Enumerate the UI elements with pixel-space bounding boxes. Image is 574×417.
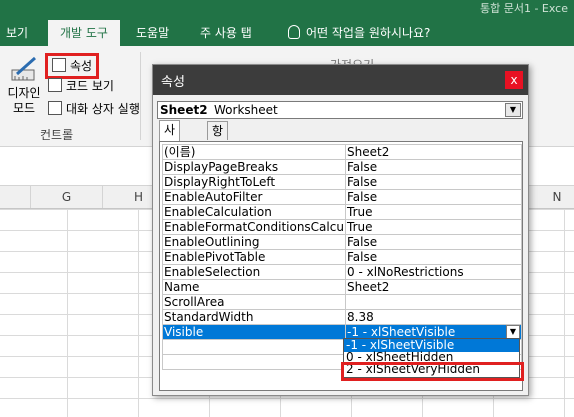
- column-header-g[interactable]: G: [31, 186, 103, 208]
- properties-title: 속성: [161, 75, 185, 90]
- property-row[interactable]: EnableFormatConditionsCalcula True: [162, 219, 522, 235]
- properties-icon: [52, 58, 66, 72]
- object-selector[interactable]: Sheet2 Worksheet ▼: [157, 101, 523, 119]
- property-value[interactable]: [345, 294, 522, 310]
- property-name[interactable]: DisplayPageBreaks: [162, 159, 346, 175]
- title-bar: 통합 문서1 - Exce: [0, 0, 574, 20]
- corner-cell[interactable]: [0, 186, 31, 208]
- property-value-text: False: [347, 250, 378, 264]
- chevron-down-icon[interactable]: ▼: [505, 103, 521, 117]
- empty-cell: [162, 339, 346, 355]
- property-value[interactable]: False: [345, 159, 522, 175]
- property-value-text: True: [347, 220, 373, 234]
- run-dialog-label: 대화 상자 실행: [66, 102, 140, 116]
- property-value-text: 0 - xlNoRestrictions: [347, 265, 464, 279]
- property-row[interactable]: ScrollArea: [162, 294, 522, 310]
- property-name[interactable]: Visible: [162, 324, 346, 340]
- run-dialog-button[interactable]: 대화 상자 실행: [48, 99, 140, 119]
- property-value-text: 8.38: [347, 310, 374, 324]
- tab-categorized[interactable]: 항목별: [207, 121, 229, 174]
- property-row[interactable]: EnableSelection 0 - xlNoRestrictions: [162, 264, 522, 280]
- property-value[interactable]: 8.38: [345, 309, 522, 325]
- property-row[interactable]: Name Sheet2: [162, 279, 522, 295]
- property-row[interactable]: EnableOutlining False: [162, 234, 522, 250]
- property-value-text: False: [347, 175, 378, 189]
- close-icon: x: [510, 73, 518, 87]
- property-value[interactable]: Sheet2: [345, 279, 522, 295]
- property-value[interactable]: False: [345, 189, 522, 205]
- property-value-text: -1 - xlSheetVisible: [347, 325, 456, 339]
- property-name[interactable]: ScrollArea: [162, 294, 346, 310]
- property-name[interactable]: DisplayRightToLeft: [162, 174, 346, 190]
- property-name[interactable]: (이름): [162, 144, 346, 160]
- lightbulb-icon: [288, 25, 300, 39]
- property-value-text: False: [347, 235, 378, 249]
- property-row[interactable]: DisplayRightToLeft False: [162, 174, 522, 190]
- tab-developer[interactable]: 개발 도구: [48, 20, 120, 46]
- tell-me-label: 어떤 작업을 원하시나요?: [306, 26, 431, 40]
- tab-help[interactable]: 도움말: [136, 20, 169, 46]
- tab-alphabetic[interactable]: 사전순: [159, 120, 181, 173]
- property-value[interactable]: 0 - xlNoRestrictions: [345, 264, 522, 280]
- property-name[interactable]: Name: [162, 279, 346, 295]
- tell-me-box[interactable]: 어떤 작업을 원하시나요?: [288, 20, 430, 46]
- property-value-text: False: [347, 190, 378, 204]
- property-row[interactable]: EnablePivotTable False: [162, 249, 522, 265]
- property-value-text: True: [347, 205, 373, 219]
- object-type: Worksheet: [214, 103, 278, 117]
- tab-view[interactable]: 보기: [6, 20, 28, 46]
- tab-main-tabs[interactable]: 주 사용 탭: [200, 20, 252, 46]
- design-mode-label: 디자인 모드: [7, 86, 41, 115]
- property-name[interactable]: EnableSelection: [162, 264, 346, 280]
- view-code-button[interactable]: 코드 보기: [48, 76, 114, 96]
- property-value[interactable]: False: [345, 234, 522, 250]
- ribbon-tab-bar: 보기 개발 도구 도움말 주 사용 탭 어떤 작업을 원하시나요?: [0, 20, 574, 46]
- column-header-n[interactable]: N: [540, 186, 574, 208]
- object-name: Sheet2: [160, 103, 208, 117]
- property-value[interactable]: Sheet2: [345, 144, 522, 160]
- ribbon-divider: [140, 52, 141, 140]
- property-value-text: Sheet2: [347, 145, 390, 159]
- property-row[interactable]: (이름) Sheet2: [162, 144, 522, 160]
- highlight-box: [341, 362, 524, 381]
- view-code-label: 코드 보기: [66, 79, 114, 93]
- design-mode-icon: [11, 56, 36, 81]
- controls-group-label: 컨트롤: [40, 128, 74, 142]
- properties-title-bar[interactable]: 속성 x: [153, 65, 528, 95]
- property-name[interactable]: EnableOutlining: [162, 234, 346, 250]
- property-value[interactable]: False: [345, 174, 522, 190]
- property-value-text: Sheet2: [347, 280, 390, 294]
- property-value[interactable]: False: [345, 249, 522, 265]
- property-value[interactable]: True: [345, 204, 522, 220]
- property-name[interactable]: EnableFormatConditionsCalcula: [162, 219, 346, 235]
- property-name[interactable]: EnableCalculation: [162, 204, 346, 220]
- view-code-icon: [48, 78, 62, 92]
- property-name[interactable]: EnablePivotTable: [162, 249, 346, 265]
- close-button[interactable]: x: [505, 71, 523, 89]
- window-title: 통합 문서1 - Exce: [479, 2, 568, 15]
- empty-cell: [162, 354, 346, 370]
- chevron-down-icon[interactable]: ▼: [506, 325, 520, 339]
- property-row[interactable]: DisplayPageBreaks False: [162, 159, 522, 175]
- property-row[interactable]: StandardWidth 8.38: [162, 309, 522, 325]
- property-row[interactable]: EnableCalculation True: [162, 204, 522, 220]
- property-table: (이름) Sheet2 DisplayPageBreaks False DisplayR…: [162, 144, 522, 370]
- property-name[interactable]: EnableAutoFilter: [162, 189, 346, 205]
- property-name[interactable]: StandardWidth: [162, 309, 346, 325]
- run-dialog-icon: [48, 101, 62, 115]
- design-mode-button[interactable]: 디자인 모드: [4, 56, 44, 116]
- property-row[interactable]: EnableAutoFilter False: [162, 189, 522, 205]
- properties-label: 속성: [70, 59, 93, 73]
- property-value-text: False: [347, 160, 378, 174]
- property-value[interactable]: True: [345, 219, 522, 235]
